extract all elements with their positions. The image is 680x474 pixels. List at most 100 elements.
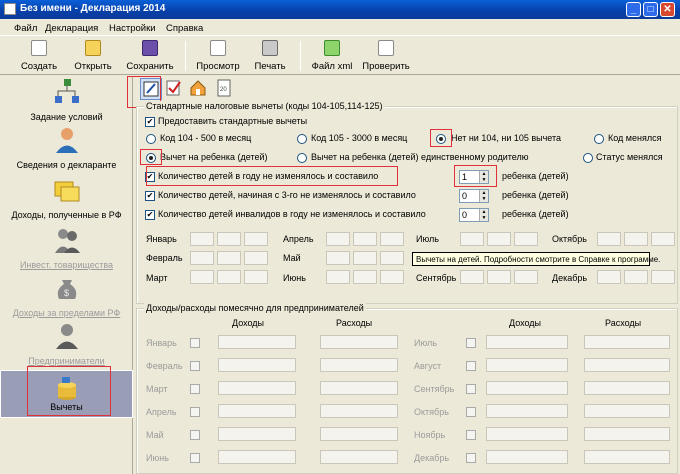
entre-income-field[interactable] [218,381,296,395]
month-cell[interactable] [487,232,511,246]
disabled-children-label: Количество детей инвалидов в году не изм… [158,209,426,219]
tab-other-deductions[interactable]: 20 [214,78,236,100]
month-cell[interactable] [651,270,675,284]
entre-income-field[interactable] [486,427,568,441]
minimize-button[interactable]: _ [626,2,641,17]
entre-month-checkbox[interactable] [190,407,200,417]
menu-help[interactable]: Справка [166,23,203,34]
month-cell[interactable] [353,232,377,246]
entre-expense-field[interactable] [320,427,398,441]
month-cell[interactable] [597,232,621,246]
entre-income-field[interactable] [486,335,568,349]
entre-month-checkbox[interactable] [190,384,200,394]
menu-declaration[interactable]: Декларация [45,23,98,34]
close-button[interactable]: ✕ [660,2,675,17]
month-cell[interactable] [353,251,377,265]
children-from-third-checkbox[interactable]: ✔ [145,191,155,201]
entre-expense-field[interactable] [320,404,398,418]
entre-month-checkbox[interactable] [190,453,200,463]
menu-file[interactable]: Файл [14,23,37,34]
month-cell[interactable] [217,270,241,284]
entre-income-field[interactable] [486,404,568,418]
sidebar-item-income-abroad[interactable]: $ Доходы за пределами РФ [0,274,133,320]
month-cell[interactable] [244,251,268,265]
month-cell[interactable] [624,232,648,246]
create-button[interactable]: Создать [14,39,64,73]
radio-child-single-parent[interactable] [297,153,307,163]
entre-month-checkbox[interactable] [190,338,200,348]
month-cell[interactable] [244,232,268,246]
entre-expense-field[interactable] [584,427,670,441]
month-cell[interactable] [217,251,241,265]
entre-month-checkbox[interactable] [466,407,476,417]
month-cell[interactable] [326,251,350,265]
entre-expense-field[interactable] [584,358,670,372]
radio-status-changed[interactable] [583,153,593,163]
entre-income-field[interactable] [218,358,296,372]
entre-expense-field[interactable] [584,404,670,418]
month-cell[interactable] [460,232,484,246]
sidebar-item-conditions[interactable]: Задание условий [0,78,133,124]
entre-income-field[interactable] [486,381,568,395]
month-cell[interactable] [190,251,214,265]
entre-income-field[interactable] [486,450,568,464]
entre-expense-field[interactable] [584,450,670,464]
entre-income-field[interactable] [218,450,296,464]
month-cell[interactable] [190,232,214,246]
entre-income-field[interactable] [218,427,296,441]
entre-income-field[interactable] [218,404,296,418]
month-cell[interactable] [514,270,538,284]
month-cell[interactable] [624,270,648,284]
print-button[interactable]: Печать [248,39,292,73]
entre-income-field[interactable] [486,358,568,372]
month-cell[interactable] [326,232,350,246]
entre-month-checkbox[interactable] [466,361,476,371]
radio-code105[interactable] [297,134,307,144]
entre-expense-field[interactable] [320,381,398,395]
xml-file-button[interactable]: Файл xml [306,39,358,73]
month-cell[interactable] [217,232,241,246]
menu-settings[interactable]: Настройки [109,23,156,34]
entre-expense-field[interactable] [320,450,398,464]
radio-code104[interactable] [146,134,156,144]
preview-button[interactable]: Просмотр [190,39,246,73]
month-cell[interactable] [190,270,214,284]
sidebar-item-entrepreneurs[interactable]: Предприниматели [0,322,133,368]
month-cell[interactable] [460,270,484,284]
entre-expense-field[interactable] [584,381,670,395]
disabled-children-checkbox[interactable]: ✔ [145,210,155,220]
month-cell[interactable] [380,270,404,284]
month-cell[interactable] [597,270,621,284]
entre-month-checkbox[interactable] [466,384,476,394]
entre-expense-field[interactable] [584,335,670,349]
entre-month-checkbox[interactable] [466,338,476,348]
month-cell[interactable] [651,232,675,246]
entre-month-checkbox[interactable] [190,361,200,371]
month-cell[interactable] [244,270,268,284]
provide-standard-checkbox[interactable]: ✔ [145,117,155,127]
save-button[interactable]: Сохранить [122,39,178,73]
entre-month-checkbox[interactable] [190,430,200,440]
month-cell[interactable] [487,270,511,284]
entre-expense-field[interactable] [320,358,398,372]
disabled-children-spinner[interactable]: 0 ▲ ▼ [459,208,489,222]
open-button[interactable]: Открыть [68,39,118,73]
tab-social-deductions[interactable] [164,78,186,100]
check-button[interactable]: Проверить [360,39,412,73]
children-from-third-spinner[interactable]: 0 ▲ ▼ [459,189,489,203]
entre-expense-field[interactable] [320,335,398,349]
maximize-button[interactable]: □ [643,2,658,17]
sidebar-item-invest-partnership[interactable]: Инвест. товарищества [0,226,133,272]
sidebar-item-income-rf[interactable]: Доходы, полученные в РФ [0,176,133,222]
month-cell[interactable] [514,232,538,246]
tab-property-deductions[interactable] [188,78,210,100]
radio-code-changed[interactable] [594,134,604,144]
month-cell[interactable] [380,232,404,246]
entre-income-field[interactable] [218,335,296,349]
month-cell[interactable] [380,251,404,265]
month-cell[interactable] [326,270,350,284]
entre-month-checkbox[interactable] [466,453,476,463]
sidebar-item-declarant[interactable]: Сведения о декларанте [0,126,133,172]
month-cell[interactable] [353,270,377,284]
entre-month-checkbox[interactable] [466,430,476,440]
